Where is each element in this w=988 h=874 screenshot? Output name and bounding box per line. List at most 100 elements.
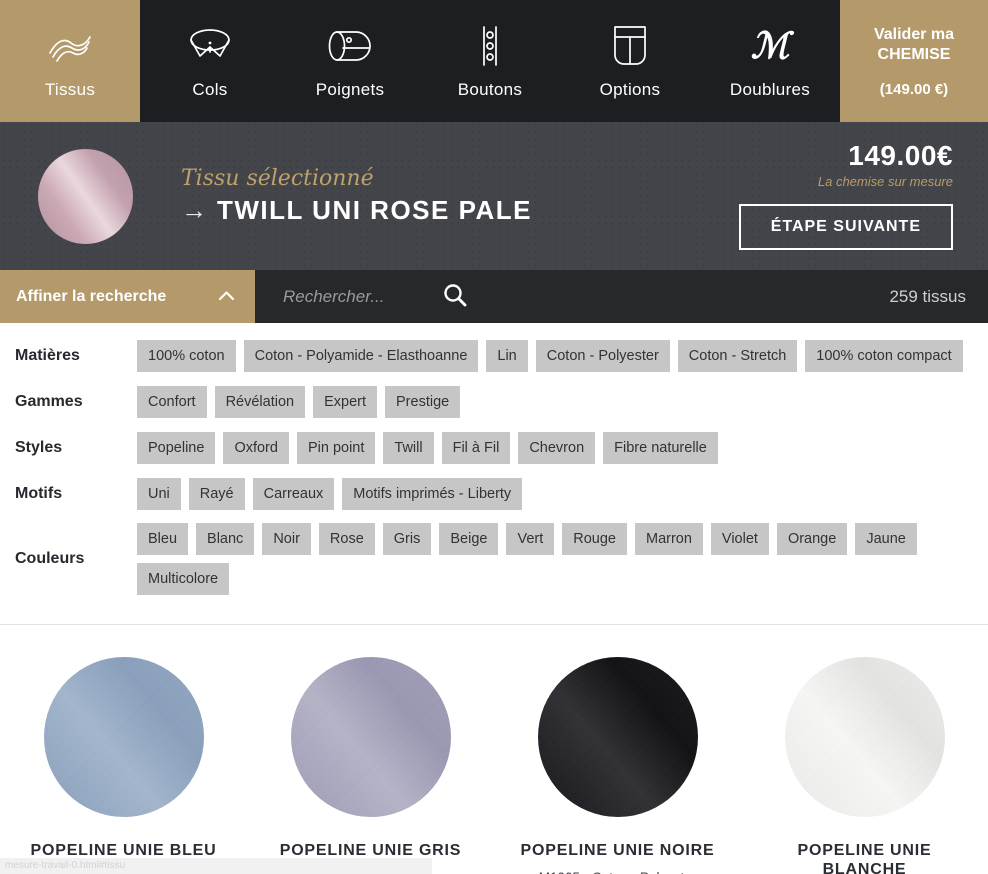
filter-chip[interactable]: Carreaux [253, 478, 335, 510]
refine-search-label: Affiner la recherche [16, 288, 166, 306]
fabric-grid: POPELINE UNIE BLEU CHARRONM1002 - 100% c… [0, 625, 988, 874]
filter-chip[interactable]: Blanc [196, 523, 254, 555]
filter-chip[interactable]: Pin point [297, 432, 375, 464]
filter-category-label: Styles [0, 439, 137, 457]
price-caption: La chemise sur mesure [739, 174, 953, 189]
arrow-right-icon: → [181, 195, 207, 226]
validate-price: (149.00 €) [880, 81, 948, 98]
product-card[interactable]: POPELINE UNIE BLEU CHARRONM1002 - 100% c… [0, 657, 247, 874]
filter-row: CouleursBleuBlancNoirRoseGrisBeigeVertRo… [0, 523, 988, 595]
filter-chip[interactable]: Fil à Fil [442, 432, 511, 464]
filter-chip[interactable]: Vert [506, 523, 554, 555]
fabric-code: M1005 - Coton - Polyester [539, 870, 697, 874]
filter-chip[interactable]: Twill [383, 432, 433, 464]
fabric-swatch[interactable] [291, 657, 451, 817]
filter-chip[interactable]: Expert [313, 386, 377, 418]
monogram-icon: ℳ [751, 23, 790, 69]
validate-shirt-button[interactable]: Valider ma CHEMISE (149.00 €) [840, 0, 988, 122]
product-card[interactable]: POPELINE UNIE BLANCHEM1006 - Coton - Pol… [741, 657, 988, 874]
tab-poignets[interactable]: Poignets [280, 0, 420, 122]
fabric-icon [47, 23, 93, 69]
filter-chip-group: BleuBlancNoirRoseGrisBeigeVertRougeMarro… [137, 523, 988, 595]
filter-row: GammesConfortRévélationExpertPrestige [0, 385, 988, 418]
filter-chip[interactable]: Confort [137, 386, 207, 418]
filter-chip[interactable]: Jaune [855, 523, 917, 555]
tab-label: Cols [192, 80, 227, 100]
filter-chip[interactable]: Coton - Polyamide - Elasthoanne [244, 340, 479, 372]
buttons-icon [466, 23, 514, 69]
tab-boutons[interactable]: Boutons [420, 0, 560, 122]
pocket-icon [607, 23, 653, 69]
filter-chip[interactable]: Coton - Stretch [678, 340, 798, 372]
chevron-up-icon [218, 288, 235, 306]
product-card[interactable]: POPELINE UNIE NOIRE M1005 - Coton - Polye… [494, 657, 741, 874]
browser-status-bar: mesure-travail-0.html#tissu [0, 858, 432, 874]
selected-fabric-swatch [38, 149, 133, 244]
filter-chip[interactable]: Lin [486, 340, 527, 372]
nav-tabs: Tissus Cols Poignets Boutons Options ℳ Doublur… [0, 0, 840, 122]
filter-chip-group: 100% cotonCoton - Polyamide - Elasthoann… [137, 340, 963, 372]
filter-chip[interactable]: Rayé [189, 478, 245, 510]
filter-chip[interactable]: Chevron [518, 432, 595, 464]
tab-label: Tissus [45, 80, 95, 100]
filter-chip[interactable]: Noir [262, 523, 311, 555]
fabric-name: POPELINE UNIE BLANCHE [757, 841, 972, 874]
collar-icon [186, 23, 234, 69]
validate-line1: Valider ma [874, 25, 954, 45]
filter-chip[interactable]: Uni [137, 478, 181, 510]
filter-category-label: Motifs [0, 485, 137, 503]
filter-chip[interactable]: Révélation [215, 386, 306, 418]
filter-chip[interactable]: Rouge [562, 523, 627, 555]
tab-cols[interactable]: Cols [140, 0, 280, 122]
filter-chip-group: PopelineOxfordPin pointTwill Fil à FilChe… [137, 432, 718, 464]
tab-label: Options [600, 80, 661, 100]
tab-options[interactable]: Options [560, 0, 700, 122]
filter-chip[interactable]: Popeline [137, 432, 215, 464]
fabric-swatch[interactable] [538, 657, 698, 817]
tab-tissus[interactable]: Tissus [0, 0, 140, 122]
filter-chip[interactable]: Fibre naturelle [603, 432, 718, 464]
filter-chip[interactable]: Rose [319, 523, 375, 555]
filter-chip[interactable]: Gris [383, 523, 432, 555]
filter-chip[interactable]: Prestige [385, 386, 460, 418]
filter-row: Matières100% cotonCoton - Polyamide - El… [0, 339, 988, 372]
search-icon[interactable] [438, 278, 472, 315]
filter-category-label: Gammes [0, 393, 137, 411]
fabric-name: POPELINE UNIE NOIRE [510, 841, 725, 860]
filter-chip[interactable]: Bleu [137, 523, 188, 555]
selected-fabric-caption: Tissu sélectionné [181, 166, 532, 191]
selected-fabric-header: Tissu sélectionné → TWILL UNI ROSE PALE … [0, 122, 988, 270]
filter-category-label: Couleurs [0, 550, 137, 568]
next-step-button[interactable]: ÉTAPE SUIVANTE [739, 204, 953, 250]
filter-category-label: Matières [0, 347, 137, 365]
shirt-price: 149.00€ [739, 140, 953, 172]
filter-chip[interactable]: Beige [439, 523, 498, 555]
filter-chip[interactable]: Motifs imprimés - Liberty [342, 478, 522, 510]
fabric-swatch[interactable] [785, 657, 945, 817]
refine-search-toggle[interactable]: Affiner la recherche [0, 270, 255, 323]
filter-chip[interactable]: 100% coton [137, 340, 236, 372]
filter-chip[interactable]: 100% coton compact [805, 340, 962, 372]
filter-chip[interactable]: Marron [635, 523, 703, 555]
fabric-count: 259 tissus [889, 287, 988, 307]
tab-label: Poignets [316, 80, 385, 100]
search-input[interactable] [283, 287, 438, 307]
filter-chip-group: ConfortRévélationExpertPrestige [137, 386, 460, 418]
filter-chip[interactable]: Oxford [223, 432, 289, 464]
filter-chip[interactable]: Violet [711, 523, 769, 555]
filters: Matières100% cotonCoton - Polyamide - El… [0, 323, 988, 618]
validate-line2: CHEMISE [878, 45, 951, 65]
selected-fabric-info: Tissu sélectionné → TWILL UNI ROSE PALE [181, 166, 532, 226]
cuff-icon [326, 23, 374, 69]
filter-chip[interactable]: Coton - Polyester [536, 340, 670, 372]
tab-doublures[interactable]: ℳ Doublures [700, 0, 840, 122]
tab-label: Doublures [730, 80, 810, 100]
main-nav: Tissus Cols Poignets Boutons Options ℳ Doublur… [0, 0, 988, 122]
fabric-swatch[interactable] [44, 657, 204, 817]
filter-chip[interactable]: Orange [777, 523, 847, 555]
product-card[interactable]: POPELINE UNIE GRIS PINCHARDM1004 - Coton… [247, 657, 494, 874]
filter-row: MotifsUniRayéCarreauxMotifs imprimés - L… [0, 477, 988, 510]
tab-label: Boutons [458, 80, 522, 100]
filter-search-bar: Affiner la recherche 259 tissus [0, 270, 988, 323]
filter-chip[interactable]: Multicolore [137, 563, 229, 595]
